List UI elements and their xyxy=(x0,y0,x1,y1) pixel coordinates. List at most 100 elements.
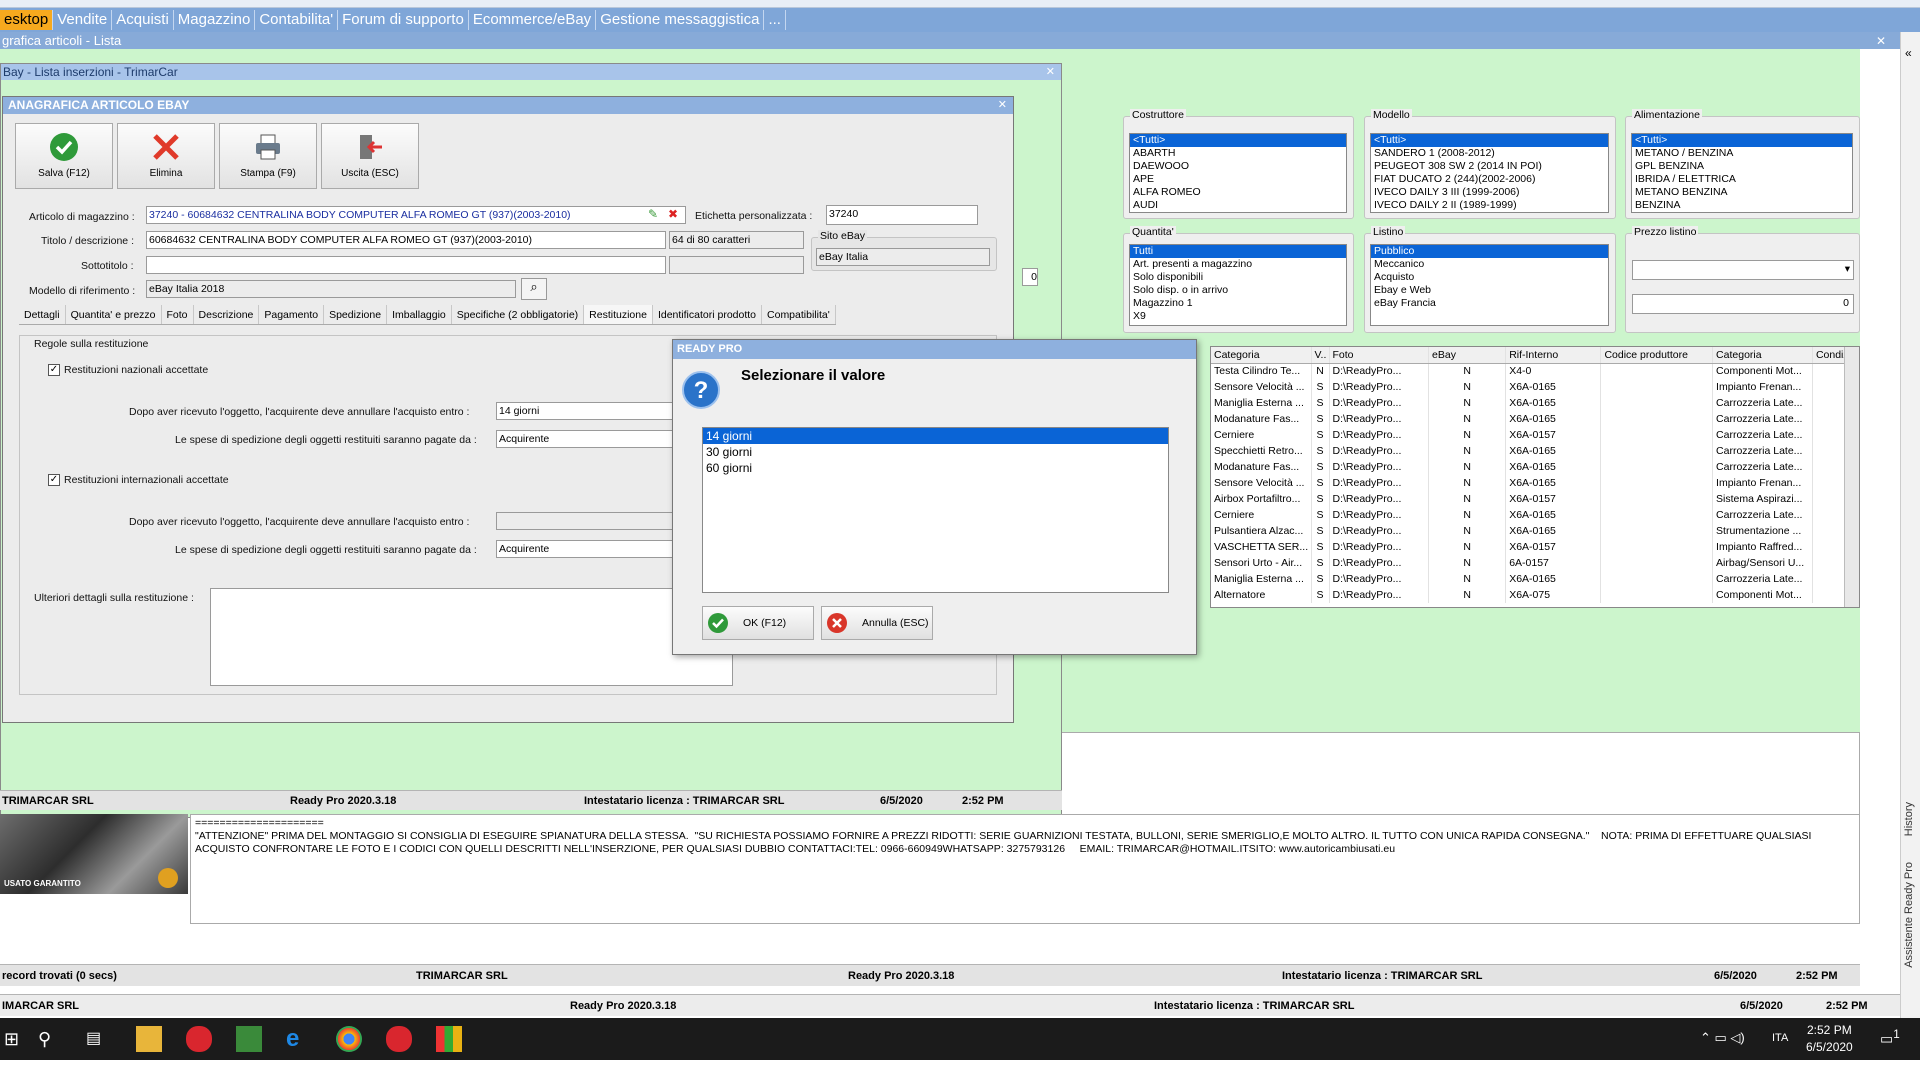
column-header[interactable]: Categoria xyxy=(1712,347,1813,364)
list-item[interactable]: ABARTH xyxy=(1130,147,1346,160)
tab-ecommerce[interactable]: Ecommerce/eBay xyxy=(469,10,597,30)
list-item[interactable]: Tutti xyxy=(1130,245,1346,258)
column-header[interactable]: Foto xyxy=(1329,347,1430,364)
table-row[interactable]: Sensore Velocità ... S D:\ReadyPro... N X6A-… xyxy=(1211,475,1859,491)
list-item[interactable]: Solo disp. o in arrivo xyxy=(1130,284,1346,297)
tab-magazzino[interactable]: Magazzino xyxy=(174,10,256,30)
list-item[interactable]: Art. presenti a magazzino xyxy=(1130,258,1346,271)
option-item[interactable]: 30 giorni xyxy=(703,444,1168,460)
app-strawberry-icon[interactable] xyxy=(386,1026,412,1052)
column-header[interactable]: Rif-Interno xyxy=(1505,347,1602,364)
quantita-listbox[interactable]: Tutti Art. presenti a magazzino Solo dis… xyxy=(1129,244,1347,326)
list-item[interactable]: METANO / BENZINA xyxy=(1632,147,1852,160)
list-item[interactable]: X9 xyxy=(1130,310,1346,323)
modello-listbox[interactable]: <Tutti> SANDERO 1 (2008-2012) PEUGEOT 30… xyxy=(1370,133,1609,213)
subtab-dettagli[interactable]: Dettagli xyxy=(19,305,66,324)
list-item[interactable]: IVECO DAILY 2 II (1989-1999) xyxy=(1371,199,1608,212)
file-explorer-icon[interactable] xyxy=(136,1026,162,1052)
naz-spese-field[interactable]: Acquirente xyxy=(496,430,676,448)
list-item[interactable]: METANO BENZINA xyxy=(1632,186,1852,199)
prezzo-input[interactable]: 0 xyxy=(1632,294,1854,314)
cancel-button[interactable]: Annulla (ESC) xyxy=(821,606,933,640)
close-icon[interactable]: ✕ xyxy=(1876,34,1886,48)
subtab-descrizione[interactable]: Descrizione xyxy=(194,305,260,324)
chrome-icon[interactable] xyxy=(336,1026,362,1052)
list-item[interactable]: Solo disponibili xyxy=(1130,271,1346,284)
list-item[interactable]: FIAT DUCATO 2 (244)(2002-2006) xyxy=(1371,173,1608,186)
option-item[interactable]: 60 giorni xyxy=(703,460,1168,476)
tab-contabilita[interactable]: Contabilita' xyxy=(255,10,339,30)
column-header[interactable]: eBay xyxy=(1428,347,1507,364)
list-item[interactable]: Ebay e Web xyxy=(1371,284,1608,297)
tab-desktop[interactable]: esktop xyxy=(0,10,54,30)
list-item[interactable]: AUDI xyxy=(1130,199,1346,212)
sottotitolo-field[interactable] xyxy=(146,256,666,274)
exit-button[interactable]: Uscita (ESC) xyxy=(321,123,419,189)
int-checkbox[interactable]: ✓ xyxy=(48,474,60,486)
notification-icon[interactable]: ▭1 xyxy=(1880,1028,1900,1048)
articolo-field[interactable]: 37240 - 60684632 CENTRALINA BODY COMPUTE… xyxy=(146,206,686,224)
task-view-icon[interactable]: ▤ xyxy=(86,1026,112,1052)
table-row[interactable]: VASCHETTA SER... S D:\ReadyPro... N X6A-0157… xyxy=(1211,539,1859,555)
option-item[interactable]: 14 giorni xyxy=(703,428,1168,444)
language-indicator[interactable]: ITA xyxy=(1772,1032,1788,1044)
table-row[interactable]: Cerniere S D:\ReadyPro... N X6A-0157 Carrozze… xyxy=(1211,427,1859,443)
column-header[interactable]: Codice produttore xyxy=(1600,347,1714,364)
column-header[interactable]: V.. xyxy=(1311,347,1330,364)
etichetta-field[interactable]: 37240 xyxy=(826,205,978,225)
list-item[interactable]: DAEWOOO xyxy=(1130,160,1346,173)
list-item[interactable]: Magazzino 1 xyxy=(1130,297,1346,310)
naz-entro-field[interactable]: 14 giorni xyxy=(496,402,676,420)
app-strawberry-icon[interactable] xyxy=(186,1026,212,1052)
list-item[interactable]: GPL BENZINA xyxy=(1632,160,1852,173)
listino-listbox[interactable]: Pubblico Meccanico Acquisto Ebay e Web e… xyxy=(1370,244,1609,326)
list-item[interactable]: eBay Francia xyxy=(1371,297,1608,310)
tab-more[interactable]: ... xyxy=(764,10,786,30)
tab-acquisti[interactable]: Acquisti xyxy=(112,10,174,30)
product-thumbnail[interactable]: USATO GARANTITO xyxy=(0,814,188,894)
close-icon[interactable]: ✕ xyxy=(998,98,1007,111)
tab-forum[interactable]: Forum di supporto xyxy=(338,10,469,30)
tab-messaggistica[interactable]: Gestione messaggistica xyxy=(596,10,765,30)
subtab-foto[interactable]: Foto xyxy=(162,305,194,324)
alimentazione-listbox[interactable]: <Tutti> METANO / BENZINA GPL BENZINA IBR… xyxy=(1631,133,1853,213)
int-spese-field[interactable]: Acquirente xyxy=(496,540,676,558)
save-button[interactable]: Salva (F12) xyxy=(15,123,113,189)
table-row[interactable]: Sensori Urto - Air... S D:\ReadyPro... N 6A-… xyxy=(1211,555,1859,571)
list-item[interactable]: <Tutti> xyxy=(1371,134,1608,147)
costruttore-listbox[interactable]: <Tutti> ABARTH DAEWOOO APE ALFA ROMEO AU… xyxy=(1129,133,1347,213)
prezzo-select[interactable]: ▾ xyxy=(1632,260,1854,280)
subtab-restituzione[interactable]: Restituzione xyxy=(584,305,653,324)
ok-button[interactable]: OK (F12) xyxy=(702,606,814,640)
table-row[interactable]: Cerniere S D:\ReadyPro... N X6A-0165 Carrozze… xyxy=(1211,507,1859,523)
windows-start-icon[interactable]: ⊞ xyxy=(4,1026,30,1052)
system-tray-icons[interactable]: ⌃ ▭ ◁) xyxy=(1700,1030,1745,1046)
list-item[interactable]: BENZINA xyxy=(1632,199,1852,212)
list-item[interactable]: Pubblico xyxy=(1371,245,1608,258)
list-item[interactable]: Acquisto xyxy=(1371,271,1608,284)
titolo-field[interactable]: 60684632 CENTRALINA BODY COMPUTER ALFA R… xyxy=(146,231,666,249)
list-item[interactable]: IVECO DAILY 3 III (1999-2006) xyxy=(1371,186,1608,199)
clear-icon[interactable]: ✖ xyxy=(668,207,678,221)
table-row[interactable]: Airbox Portafiltro... S D:\ReadyPro... N X6A… xyxy=(1211,491,1859,507)
collapse-icon[interactable]: « xyxy=(1905,46,1912,60)
table-row[interactable]: Sensore Velocità ... S D:\ReadyPro... N X6A-… xyxy=(1211,379,1859,395)
list-item[interactable]: PEUGEOT 308 SW 2 (2014 IN POI) xyxy=(1371,160,1608,173)
subtab-spedizione[interactable]: Spedizione xyxy=(324,305,388,324)
naz-checkbox[interactable]: ✓ xyxy=(48,364,60,376)
ulteriori-textarea[interactable] xyxy=(210,588,733,686)
list-item[interactable]: <Tutti> xyxy=(1130,134,1346,147)
print-button[interactable]: Stampa (F9) xyxy=(219,123,317,189)
results-grid[interactable]: Categoria V.. Foto eBay Rif-Interno Codice pr… xyxy=(1210,346,1860,608)
subtab-quantita[interactable]: Quantita' e prezzo xyxy=(66,305,162,324)
list-item[interactable]: SANDERO 1 (2008-2012) xyxy=(1371,147,1608,160)
app-readypro-icon[interactable] xyxy=(436,1026,462,1052)
list-item[interactable]: IBRIDA / ELETTRICA xyxy=(1632,173,1852,186)
table-row[interactable]: Maniglia Esterna ... S D:\ReadyPro... N X6A-… xyxy=(1211,571,1859,587)
search-icon[interactable]: ⚲ xyxy=(38,1026,64,1052)
grid-scrollbar[interactable] xyxy=(1844,347,1859,607)
table-row[interactable]: Specchietti Retro... S D:\ReadyPro... N X6A-… xyxy=(1211,443,1859,459)
table-row[interactable]: Maniglia Esterna ... S D:\ReadyPro... N X6A-… xyxy=(1211,395,1859,411)
subtab-pagamento[interactable]: Pagamento xyxy=(259,305,325,324)
table-row[interactable]: Pulsantiera Alzac... S D:\ReadyPro... N X6A-… xyxy=(1211,523,1859,539)
